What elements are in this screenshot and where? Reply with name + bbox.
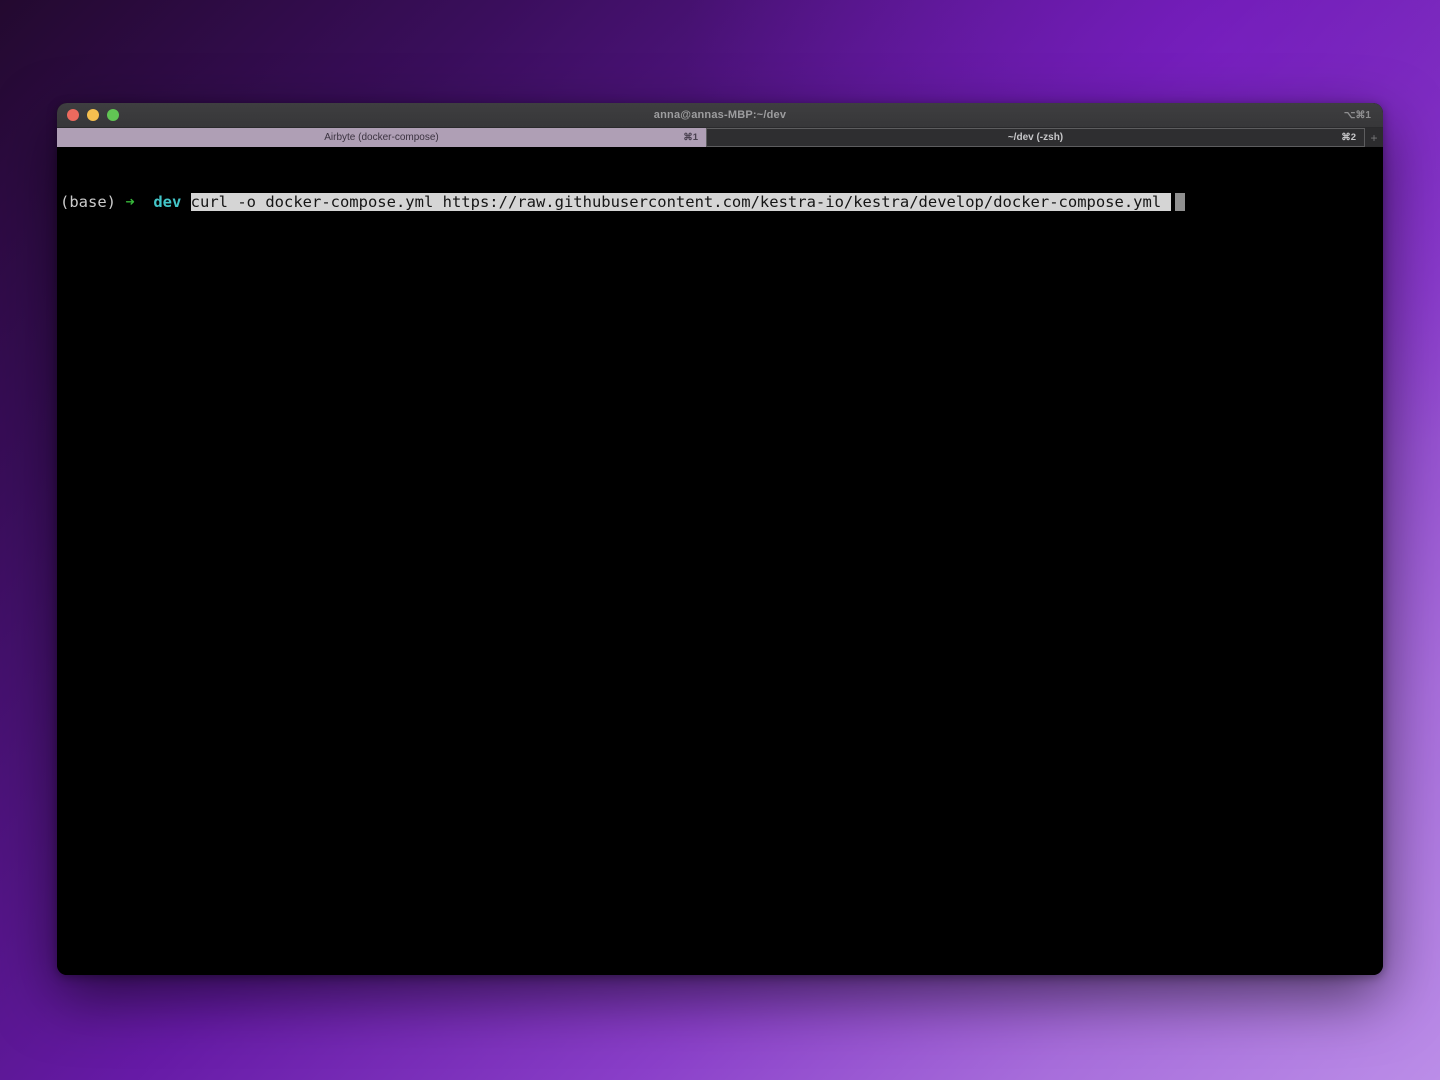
tab-bar: Airbyte (docker-compose) ⌘1 ~/dev (-zsh)… bbox=[57, 128, 1383, 147]
prompt-arrow: ➜ bbox=[125, 193, 134, 211]
command-text-highlighted: curl -o docker-compose.yml https://raw.g… bbox=[191, 193, 1171, 211]
tab-shortcut-hint: ⌘2 bbox=[1341, 132, 1356, 143]
window-shortcut-hint: ⌥⌘1 bbox=[1344, 110, 1371, 121]
prompt-env: (base) bbox=[60, 193, 125, 211]
tab-label: Airbyte (docker-compose) bbox=[57, 132, 706, 143]
terminal-cursor bbox=[1175, 193, 1185, 211]
tab-dev-zsh[interactable]: ~/dev (-zsh) ⌘2 bbox=[706, 128, 1365, 147]
terminal-screen[interactable]: (base) ➜ dev curl -o docker-compose.yml … bbox=[57, 147, 1383, 975]
tab-airbyte-docker-compose[interactable]: Airbyte (docker-compose) ⌘1 bbox=[57, 128, 706, 147]
new-tab-button[interactable]: + bbox=[1365, 128, 1383, 147]
window-title: anna@annas-MBP:~/dev bbox=[57, 109, 1383, 121]
close-button[interactable] bbox=[67, 109, 79, 121]
terminal-window: anna@annas-MBP:~/dev ⌥⌘1 Airbyte (docker… bbox=[57, 103, 1383, 975]
tab-label: ~/dev (-zsh) bbox=[707, 132, 1364, 143]
tab-shortcut-hint: ⌘1 bbox=[683, 132, 698, 143]
prompt-directory: dev bbox=[135, 193, 191, 211]
zoom-button[interactable] bbox=[107, 109, 119, 121]
minimize-button[interactable] bbox=[87, 109, 99, 121]
window-titlebar[interactable]: anna@annas-MBP:~/dev ⌥⌘1 bbox=[57, 103, 1383, 128]
traffic-lights bbox=[57, 109, 119, 121]
desktop: { "window": { "title": "anna@annas-MBP:~… bbox=[0, 0, 1440, 1080]
prompt-line: (base) ➜ dev curl -o docker-compose.yml … bbox=[60, 192, 1380, 213]
